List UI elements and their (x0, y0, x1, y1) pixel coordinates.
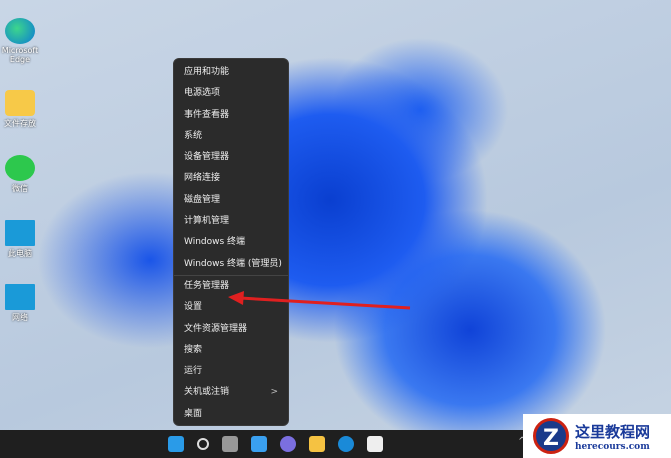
watermark-logo: Z 这里教程网 herecours.com (523, 414, 671, 458)
widgets-icon[interactable] (251, 436, 267, 452)
store-icon[interactable] (367, 436, 383, 452)
chat-icon[interactable] (280, 436, 296, 452)
watermark-url: herecours.com (575, 441, 650, 452)
search-icon[interactable] (197, 438, 209, 450)
edge-icon[interactable] (338, 436, 354, 452)
watermark-title: 这里教程网 (575, 422, 651, 441)
logo-icon: Z (533, 418, 569, 454)
file-explorer-icon[interactable] (309, 436, 325, 452)
red-arrow-annotation (228, 291, 411, 310)
task-view-icon[interactable] (222, 436, 238, 452)
start-icon[interactable] (168, 436, 184, 452)
